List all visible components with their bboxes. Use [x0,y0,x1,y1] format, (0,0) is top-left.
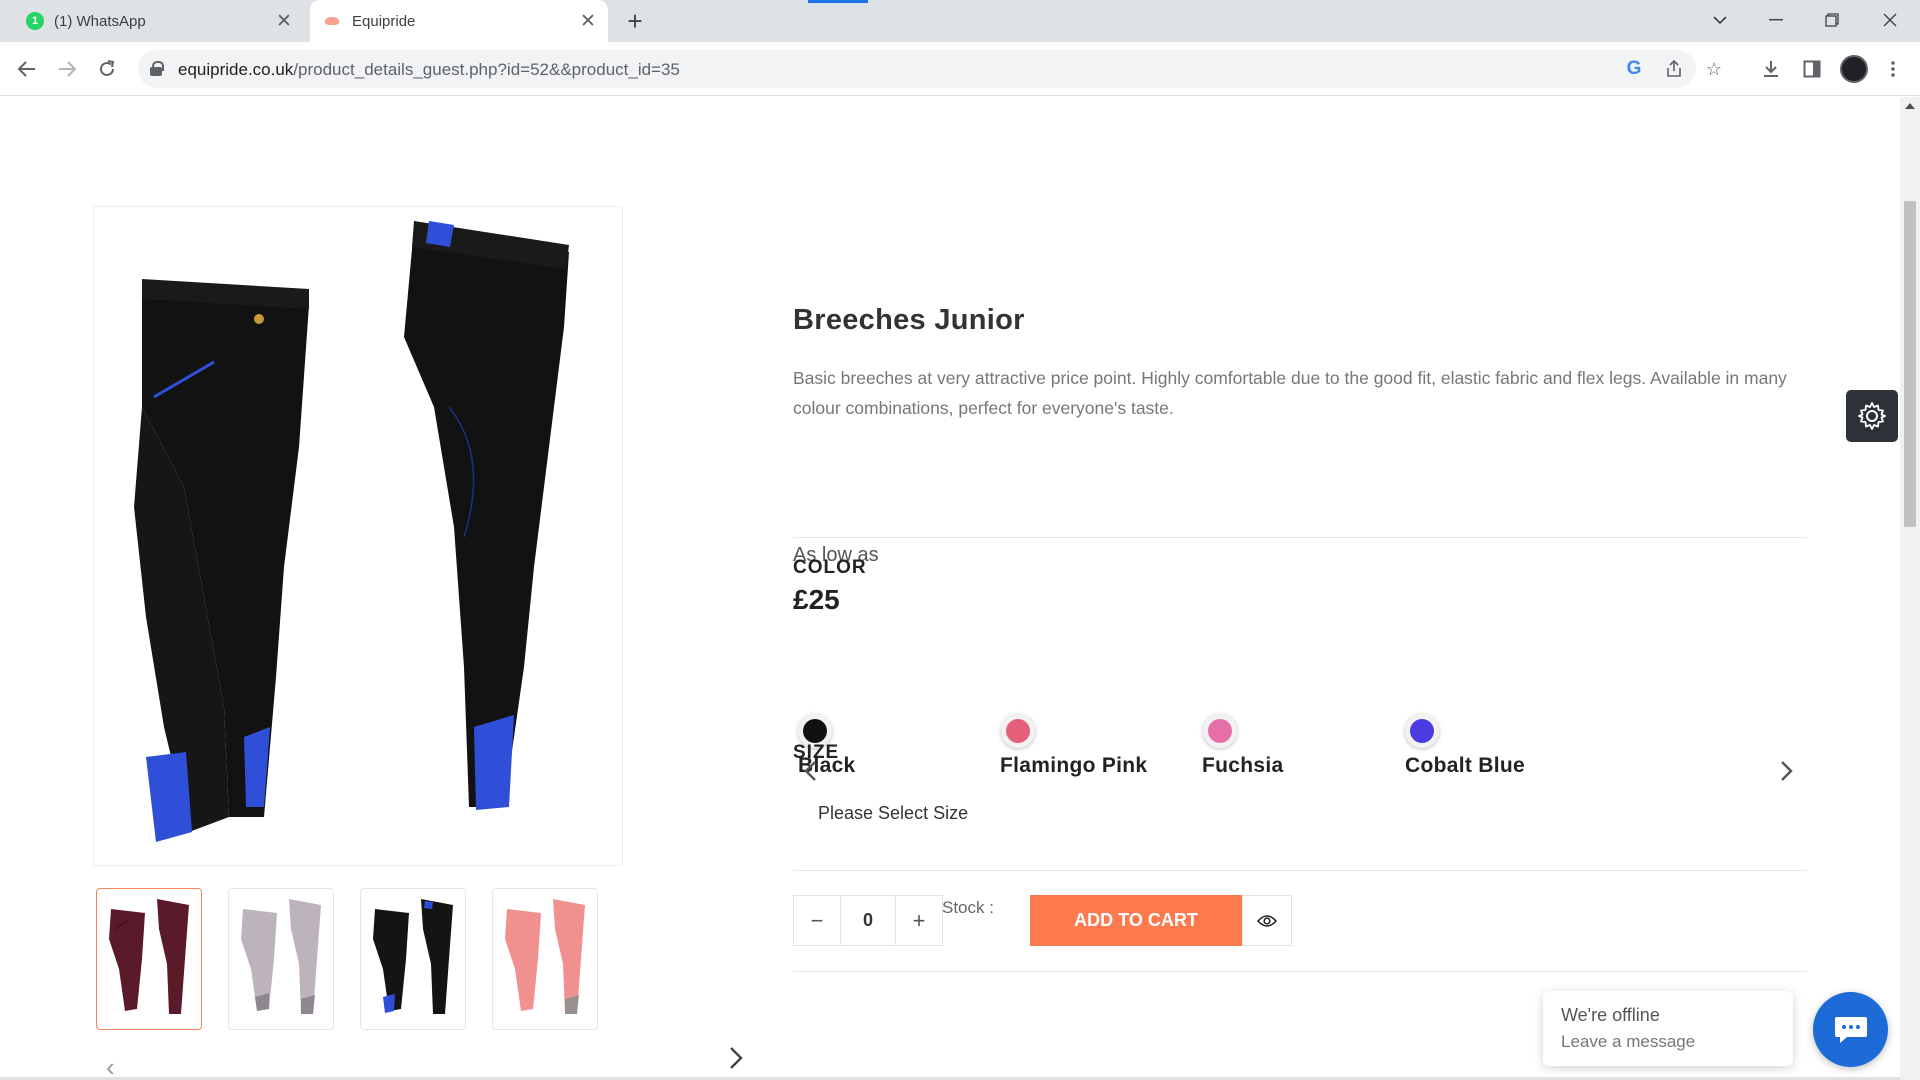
page-scrollbar[interactable] [1900,97,1920,1080]
chat-launcher-button[interactable] [1813,992,1888,1067]
color-name-cobalt-blue[interactable]: Cobalt Blue [1405,754,1525,778]
color-swatch-cobalt-blue[interactable] [1405,714,1439,748]
url-domain: equipride.co.uk [178,60,294,79]
color-heading: COLOR [793,557,867,578]
scroll-up-arrow-icon[interactable] [1905,103,1915,109]
address-bar[interactable]: equipride.co.uk/product_details_guest.ph… [138,50,1722,88]
url-path: /product_details_guest.php?id=52&&produc… [293,60,680,79]
tab-search-icon[interactable] [1692,0,1748,40]
menu-dots-icon[interactable] [1878,54,1908,84]
product-title: Breeches Junior [793,304,1025,336]
thumbnail-image [373,899,453,1014]
gear-icon [1858,402,1886,430]
profile-avatar[interactable] [1840,55,1868,83]
restore-button[interactable] [1804,0,1860,40]
product-price: £25 [793,584,840,615]
product-page: ‹ Breeches Junior Basic breeches at very… [0,97,1900,1080]
color-name-flamingo-pink[interactable]: Flamingo Pink [1000,754,1147,778]
add-to-cart-button[interactable]: ADD TO CART [1030,895,1242,946]
reload-button[interactable] [91,53,123,85]
browser-tab-bar: 1 (1) WhatsApp ✕ Equipride ✕ + [0,0,1920,42]
browser-toolbar: equipride.co.uk/product_details_guest.ph… [0,42,1920,96]
tab-title: (1) WhatsApp [54,12,146,30]
swatch-dot [803,719,827,743]
scroll-thumb[interactable] [1904,201,1916,527]
lock-icon [150,61,164,76]
chat-icon [1834,1016,1867,1043]
thumbnail-pink[interactable] [492,888,598,1030]
bookmark-star-icon[interactable]: ☆ [1702,57,1726,81]
color-name-fuchsia[interactable]: Fuchsia [1202,754,1283,778]
thumbnail-grey[interactable] [228,888,334,1030]
back-button[interactable] [11,53,43,85]
stock-label: Stock : [942,898,994,917]
size-select[interactable]: Please Select Size [818,803,968,824]
close-tab-icon[interactable]: ✕ [574,10,602,33]
size-heading: SIZE [793,742,840,763]
gallery-next-arrow-icon[interactable] [724,1043,748,1073]
quantity-stepper: − + [793,895,943,946]
settings-gear-button[interactable] [1846,390,1898,442]
forward-button[interactable] [51,53,83,85]
color-swatch-flamingo-pink[interactable] [1001,714,1035,748]
tab-title: Equipride [352,12,416,30]
url-text: equipride.co.uk/product_details_guest.ph… [178,60,680,80]
new-tab-button[interactable]: + [620,6,650,36]
divider [793,537,1807,538]
share-icon[interactable] [1662,57,1686,81]
breeches-illustration [134,221,569,842]
swatch-dot [1208,719,1232,743]
quantity-increase-button[interactable]: + [896,896,942,945]
quantity-decrease-button[interactable]: − [794,896,840,945]
whatsapp-icon: 1 [26,12,44,30]
chat-status: We're offline [1561,1005,1660,1025]
thumbnail-image [109,899,189,1014]
download-icon[interactable] [1756,54,1786,84]
divider [793,971,1807,972]
color-swatch-fuchsia[interactable] [1203,714,1237,748]
thumbnail-image [241,899,321,1014]
loading-indicator [808,0,868,3]
equipride-favicon-icon [324,14,342,28]
side-panel-icon[interactable] [1797,54,1827,84]
swatch-dot [1006,719,1030,743]
product-description: Basic breeches at very attractive price … [793,368,1787,418]
thumbnail-prev-icon[interactable]: ‹ [106,1052,115,1080]
minimize-button[interactable] [1748,0,1804,40]
google-lens-icon[interactable]: G [1622,57,1646,81]
divider [793,870,1807,871]
thumbnail-black-blue[interactable] [360,888,466,1030]
tab-equipride[interactable]: Equipride ✕ [310,0,608,42]
tab-whatsapp[interactable]: 1 (1) WhatsApp ✕ [14,0,304,42]
quick-view-button[interactable] [1242,895,1292,946]
close-window-button[interactable] [1862,0,1918,40]
thumbnail-image [505,899,585,1014]
quantity-input[interactable] [840,896,896,945]
chat-leave-message[interactable]: Leave a message [1561,1032,1695,1052]
eye-icon [1257,914,1277,927]
swatch-dot [1410,719,1434,743]
main-product-image[interactable] [93,206,623,866]
thumbnail-burgundy[interactable] [96,888,202,1030]
chat-offline-card[interactable]: We're offline Leave a message [1543,991,1793,1066]
close-tab-icon[interactable]: ✕ [270,10,298,33]
color-next-arrow-icon[interactable] [1775,757,1797,785]
